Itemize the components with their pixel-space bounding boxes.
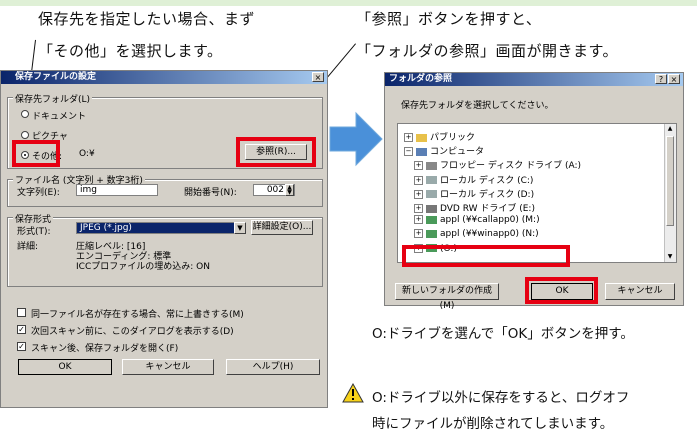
open-folder-checkbox[interactable]: ✓	[17, 342, 26, 351]
tree-item-label: appl (¥¥callapp0) (M:)	[440, 215, 540, 226]
help-button[interactable]: ヘルプ(H)	[226, 359, 320, 375]
tree-item-label: ローカル ディスク (C:)	[440, 175, 534, 186]
expand-icon[interactable]: +	[414, 175, 423, 185]
disk-icon	[426, 190, 437, 199]
detail-settings-button[interactable]: 詳細設定(O)...	[251, 220, 313, 235]
cancel-button[interactable]: キャンセル	[122, 359, 214, 375]
tree-item[interactable]: + appl (¥¥callapp0) (M:)	[414, 215, 540, 225]
new-folder-button[interactable]: 新しいフォルダの作成(M)	[395, 283, 499, 311]
tree-item-label: コンピュータ	[430, 147, 485, 158]
warning-icon	[342, 383, 364, 403]
radio-pictures[interactable]	[21, 131, 29, 139]
open-folder-label: スキャン後、保存フォルダを開く(F)	[31, 344, 179, 354]
close-button[interactable]: ×	[312, 72, 324, 82]
warning-line-1: O:ドライブ以外に保存をすると、ログオフ	[372, 390, 630, 406]
help-icon[interactable]: ?	[655, 74, 667, 84]
expand-icon[interactable]: +	[414, 204, 423, 213]
expand-icon[interactable]: +	[414, 189, 423, 199]
scroll-down-icon[interactable]: ▼	[665, 252, 675, 262]
highlight-ok	[525, 277, 598, 304]
overwrite-label: 同一ファイル名が存在する場合、常に上書きする(M)	[31, 310, 244, 320]
tree-item-label: フロッピー ディスク ドライブ (A:)	[440, 161, 582, 172]
tree-item[interactable]: + appl (¥¥winapp0) (N:)	[414, 229, 539, 239]
tree-item-label: appl (¥¥winapp0) (N:)	[440, 229, 539, 240]
tree-item-label: DVD RW ドライブ (E:)	[440, 204, 535, 214]
computer-icon	[416, 147, 427, 156]
expand-icon[interactable]: +	[414, 215, 423, 225]
dvd-icon	[426, 204, 437, 213]
browse-titlebar: フォルダの参照	[385, 73, 683, 86]
dialog-titlebar: 保存ファイルの設定	[1, 71, 327, 84]
highlight-o-drive	[402, 245, 570, 267]
radio-documents[interactable]	[21, 110, 29, 118]
tree-item[interactable]: + ローカル ディスク (C:)	[414, 173, 533, 186]
show-dialog-label: 次回スキャン前に、このダイアログを表示する(D)	[31, 327, 234, 337]
dialog-title: 保存ファイルの設定	[15, 72, 97, 82]
highlight-other	[12, 140, 60, 167]
network-drive-icon	[426, 215, 437, 224]
browse-folder-dialog: フォルダの参照 ? × 保存先フォルダを選択してください。 + パブリック − コンピ…	[384, 72, 684, 311]
tree-item[interactable]: + パブリック	[404, 130, 475, 143]
tree-item-label: ローカル ディスク (D:)	[440, 189, 535, 200]
string-input[interactable]: img	[76, 184, 158, 196]
network-drive-icon	[426, 229, 437, 238]
instruction-note: O:ドライブを選んで「OK」ボタンを押す。	[372, 326, 634, 342]
highlight-browse	[236, 137, 316, 167]
other-path: O:¥	[79, 149, 95, 159]
tree-item-label: パブリック	[430, 133, 476, 143]
scrollbar[interactable]: ▲ ▼	[664, 124, 676, 262]
warning-line-2: 時にファイルが削除されてしまいます。	[372, 416, 614, 432]
expand-icon[interactable]: −	[404, 147, 413, 157]
caption-right-1: 「参照」ボタンを押すと、	[356, 10, 542, 28]
folder-tree[interactable]: + パブリック − コンピュータ + フロッピー ディスク ドライブ (A:) + ローカル …	[397, 123, 677, 263]
floppy-icon	[426, 161, 437, 170]
overwrite-checkbox[interactable]	[17, 308, 26, 317]
caption-right-2: 「フォルダの参照」画面が開きます。	[356, 42, 619, 60]
detail-label: 詳細:	[17, 242, 39, 252]
string-label: 文字列(E):	[17, 188, 60, 198]
browse-instruction: 保存先フォルダを選択してください。	[401, 101, 554, 111]
browse-cancel-button[interactable]: キャンセル	[605, 283, 675, 300]
expand-icon[interactable]: +	[414, 161, 423, 171]
start-number-label: 開始番号(N):	[184, 188, 237, 198]
radio-documents-label: ドキュメント	[32, 112, 87, 122]
format-label: 形式(T):	[17, 227, 51, 237]
chevron-down-icon[interactable]: ▼	[234, 222, 246, 234]
tree-item[interactable]: + フロッピー ディスク ドライブ (A:)	[414, 158, 581, 171]
arrow-right-icon	[329, 111, 383, 167]
scroll-up-icon[interactable]: ▲	[665, 124, 675, 134]
format-select[interactable]: JPEG (*.jpg)	[76, 222, 246, 234]
spin-icon[interactable]: ▲ ▼	[285, 184, 294, 196]
show-dialog-checkbox[interactable]: ✓	[17, 325, 26, 334]
folder-icon	[416, 133, 427, 142]
detail-line-3: ICCプロファイルの埋め込み: ON	[76, 262, 210, 272]
caption-left-1: 保存先を指定したい場合、まず	[38, 10, 256, 28]
tree-item[interactable]: + ローカル ディスク (D:)	[414, 187, 534, 200]
browse-title: フォルダの参照	[389, 74, 453, 84]
ok-button[interactable]: OK	[18, 359, 112, 375]
caption-left-2: 「その他」を選択します。	[38, 42, 223, 60]
close-button[interactable]: ×	[668, 74, 680, 84]
expand-icon[interactable]: +	[414, 229, 423, 239]
tree-item[interactable]: − コンピュータ	[404, 144, 484, 157]
expand-icon[interactable]: +	[404, 133, 413, 142]
save-folder-group-label: 保存先フォルダ(L)	[13, 92, 93, 105]
save-settings-dialog: 保存ファイルの設定 × 保存先フォルダ(L) ドキュメント ピクチャ その他: …	[0, 70, 328, 408]
scroll-thumb[interactable]	[666, 136, 674, 226]
top-band	[0, 0, 697, 6]
tree-item[interactable]: + DVD RW ドライブ (E:)	[414, 201, 535, 214]
disk-icon	[426, 176, 437, 185]
